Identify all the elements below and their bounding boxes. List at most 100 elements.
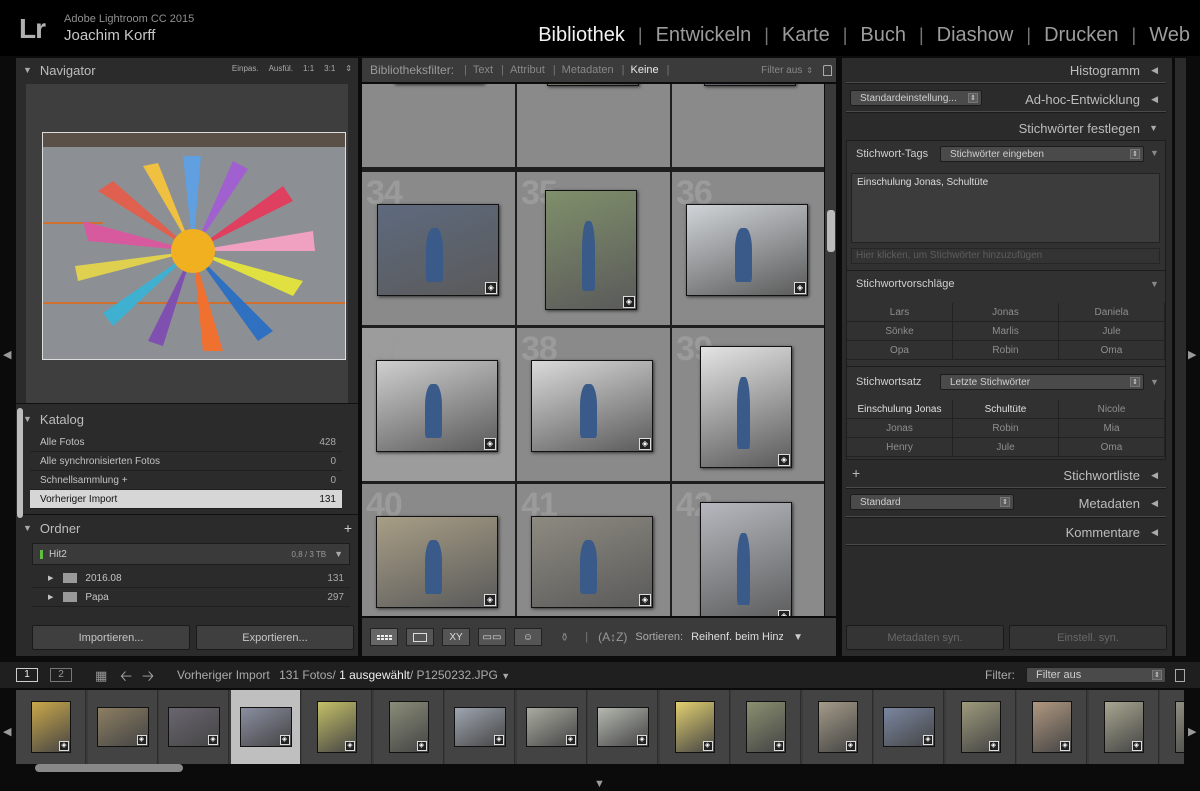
sort-order-dropdown[interactable]: Reihenf. beim Hinz xyxy=(691,631,783,643)
keyword-badge-icon[interactable]: ◈ xyxy=(623,296,635,308)
keyword-badge-icon[interactable]: ◈ xyxy=(1131,741,1142,751)
keyword-badge-icon[interactable]: ◈ xyxy=(484,594,496,606)
photo-thumbnail[interactable]: ◈ xyxy=(700,502,792,616)
keyword-badge-icon[interactable]: ◈ xyxy=(565,735,576,745)
back-arrow-icon[interactable]: 🡠 xyxy=(120,666,132,691)
zoom-fill[interactable]: Ausfül. xyxy=(269,64,293,73)
zoom-3-1[interactable]: 3:1 xyxy=(324,64,335,73)
grid-cell[interactable]: ◈ xyxy=(517,84,670,167)
filmstrip-thumbnail[interactable]: ◈ xyxy=(96,707,149,747)
grid-cell[interactable]: 40 ◈ xyxy=(362,484,515,616)
keywording-header[interactable]: Stichwörter festlegen ▼ xyxy=(846,116,1166,140)
expand-triangle-icon[interactable]: ▶ xyxy=(48,593,53,601)
volume-row[interactable]: Hit2 0,8 / 3 TB ▼ xyxy=(32,543,350,565)
grid-cell[interactable]: ◈ xyxy=(672,84,824,167)
photo-thumbnail[interactable]: ◈ xyxy=(686,204,808,296)
filmstrip-thumbnail[interactable]: ◈ xyxy=(1175,701,1184,753)
keyword-item[interactable]: Daniela xyxy=(1059,303,1165,322)
keyword-badge-icon[interactable]: ◈ xyxy=(416,741,427,751)
keyword-item[interactable]: Lars xyxy=(847,303,953,322)
filmstrip-thumbnail[interactable]: ◈ xyxy=(525,707,578,747)
keyword-badge-icon[interactable]: ◈ xyxy=(494,735,504,745)
keyword-item[interactable]: Robin xyxy=(953,419,1059,438)
filmstrip-thumbnail[interactable]: ◈ xyxy=(883,707,935,747)
filmstrip-cell[interactable]: ◈ xyxy=(87,690,158,764)
filmstrip-cell[interactable]: ◈ xyxy=(802,690,873,764)
secondary-window-button[interactable]: 2 xyxy=(50,668,72,682)
keyword-item[interactable]: Henry xyxy=(847,438,953,457)
photo-thumbnail[interactable]: ◈ xyxy=(376,360,498,452)
keyword-badge-icon[interactable]: ◈ xyxy=(136,735,147,745)
grid-cell[interactable]: 36 ◈ xyxy=(672,172,824,325)
keyword-badge-icon[interactable]: ◈ xyxy=(702,741,713,751)
filter-lock-icon[interactable] xyxy=(1175,669,1185,682)
filter-metadata[interactable]: Metadaten xyxy=(562,64,614,76)
filmstrip-cell[interactable]: ◈ xyxy=(588,690,658,764)
grid-scrollbar-thumb[interactable] xyxy=(827,210,835,252)
filmstrip-cell[interactable]: ◈ xyxy=(874,690,944,764)
people-view-button[interactable]: ☺ xyxy=(514,628,542,646)
module-library[interactable]: Bibliothek xyxy=(525,24,638,47)
grid-cell[interactable]: 38 ◈ xyxy=(517,328,670,481)
grid-cell[interactable]: 41 ◈ xyxy=(517,484,670,616)
navigator-image[interactable] xyxy=(42,132,346,360)
filter-preset-dropdown[interactable]: Filter aus xyxy=(761,65,802,76)
filmstrip-thumbnail[interactable]: ◈ xyxy=(388,701,429,753)
filmstrip-cell[interactable]: ◈ xyxy=(159,690,229,764)
filmstrip-thumbnail[interactable]: ◈ xyxy=(239,707,292,747)
histogram-header[interactable]: Histogramm ◀ xyxy=(846,58,1166,82)
catalog-item-previous-import[interactable]: Vorheriger Import 131 xyxy=(30,490,342,509)
volume-collapse-icon[interactable]: ▼ xyxy=(334,549,343,559)
folders-header[interactable]: ▼ Ordner + xyxy=(16,516,358,540)
keyword-badge-icon[interactable]: ◈ xyxy=(778,454,790,466)
filter-text[interactable]: Text xyxy=(473,64,493,76)
filmstrip-left-arrow-icon[interactable]: ◀ xyxy=(3,727,11,738)
photo-thumbnail[interactable]: ◈ xyxy=(545,190,637,310)
expand-triangle-icon[interactable]: ▶ xyxy=(48,574,53,582)
grid-cell[interactable]: 42 ◈ xyxy=(672,484,824,616)
filmstrip-cell[interactable]: ◈ xyxy=(445,690,515,764)
toolbar-menu-icon[interactable]: ▼ xyxy=(793,632,803,643)
keyword-item[interactable]: Oma xyxy=(1059,341,1165,360)
loupe-view-button[interactable] xyxy=(406,628,434,646)
catalog-item-synced[interactable]: Alle synchronisierten Fotos 0 xyxy=(30,452,342,471)
spray-can-icon[interactable]: ⚱ xyxy=(560,631,569,644)
keyword-badge-icon[interactable]: ◈ xyxy=(1060,741,1070,751)
filmstrip-cell[interactable]: ◈ xyxy=(302,690,372,764)
grid-cell[interactable]: ◈ xyxy=(362,84,515,167)
keyword-item[interactable]: Jule xyxy=(953,438,1059,457)
keyword-item[interactable]: Sönke xyxy=(847,322,953,341)
zoom-1-1[interactable]: 1:1 xyxy=(303,64,314,73)
filmstrip-cell[interactable]: ◈ xyxy=(16,690,86,764)
filmstrip-cell[interactable]: ◈ xyxy=(1160,690,1184,764)
keyword-badge-icon[interactable]: ◈ xyxy=(345,741,355,751)
keyword-item[interactable]: Nicole xyxy=(1059,400,1165,419)
zoom-fit[interactable]: Einpas. xyxy=(232,64,259,73)
filmstrip-cell[interactable]: ◈ xyxy=(1088,690,1159,764)
filmstrip-cell[interactable]: ◈ xyxy=(230,690,301,764)
filmstrip-cell[interactable]: ◈ xyxy=(659,690,730,764)
keyword-badge-icon[interactable]: ◈ xyxy=(639,594,651,606)
keyword-item[interactable]: Jule xyxy=(1059,322,1165,341)
metadata-preset-dropdown[interactable]: Standard ⇕ xyxy=(850,494,1014,510)
lock-icon[interactable] xyxy=(823,64,832,76)
keyword-badge-icon[interactable]: ◈ xyxy=(279,735,290,745)
folder-row[interactable]: ▶ Papa 297 xyxy=(32,588,350,607)
quick-develop-preset-dropdown[interactable]: Standardeinstellung... ⇕ xyxy=(850,90,982,106)
keyword-tags-mode-dropdown[interactable]: Stichwörter eingeben ⇕ xyxy=(940,146,1144,162)
keyword-item[interactable]: Opa xyxy=(847,341,953,360)
keyword-item[interactable]: Mia xyxy=(1059,419,1165,438)
grid-cell[interactable]: 34 ◈ xyxy=(362,172,515,325)
keyword-item[interactable]: Einschulung Jonas xyxy=(847,400,953,419)
keyword-badge-icon[interactable]: ◈ xyxy=(639,438,651,450)
grid-cell[interactable]: 37 ◈ xyxy=(362,328,515,481)
module-book[interactable]: Buch xyxy=(847,24,919,47)
grid-cell[interactable]: 35 ◈ xyxy=(517,172,670,325)
keyword-item[interactable]: Schultüte xyxy=(953,400,1059,419)
zoom-dropdown-icon[interactable]: ⇕ xyxy=(345,64,352,73)
filmstrip-thumbnail[interactable]: ◈ xyxy=(1103,701,1144,753)
keyword-item[interactable]: Jonas xyxy=(953,303,1059,322)
filmstrip-thumbnail[interactable]: ◈ xyxy=(597,707,649,747)
right-panel-scroll-track[interactable] xyxy=(1175,58,1186,656)
source-name[interactable]: Vorheriger Import xyxy=(177,668,270,682)
